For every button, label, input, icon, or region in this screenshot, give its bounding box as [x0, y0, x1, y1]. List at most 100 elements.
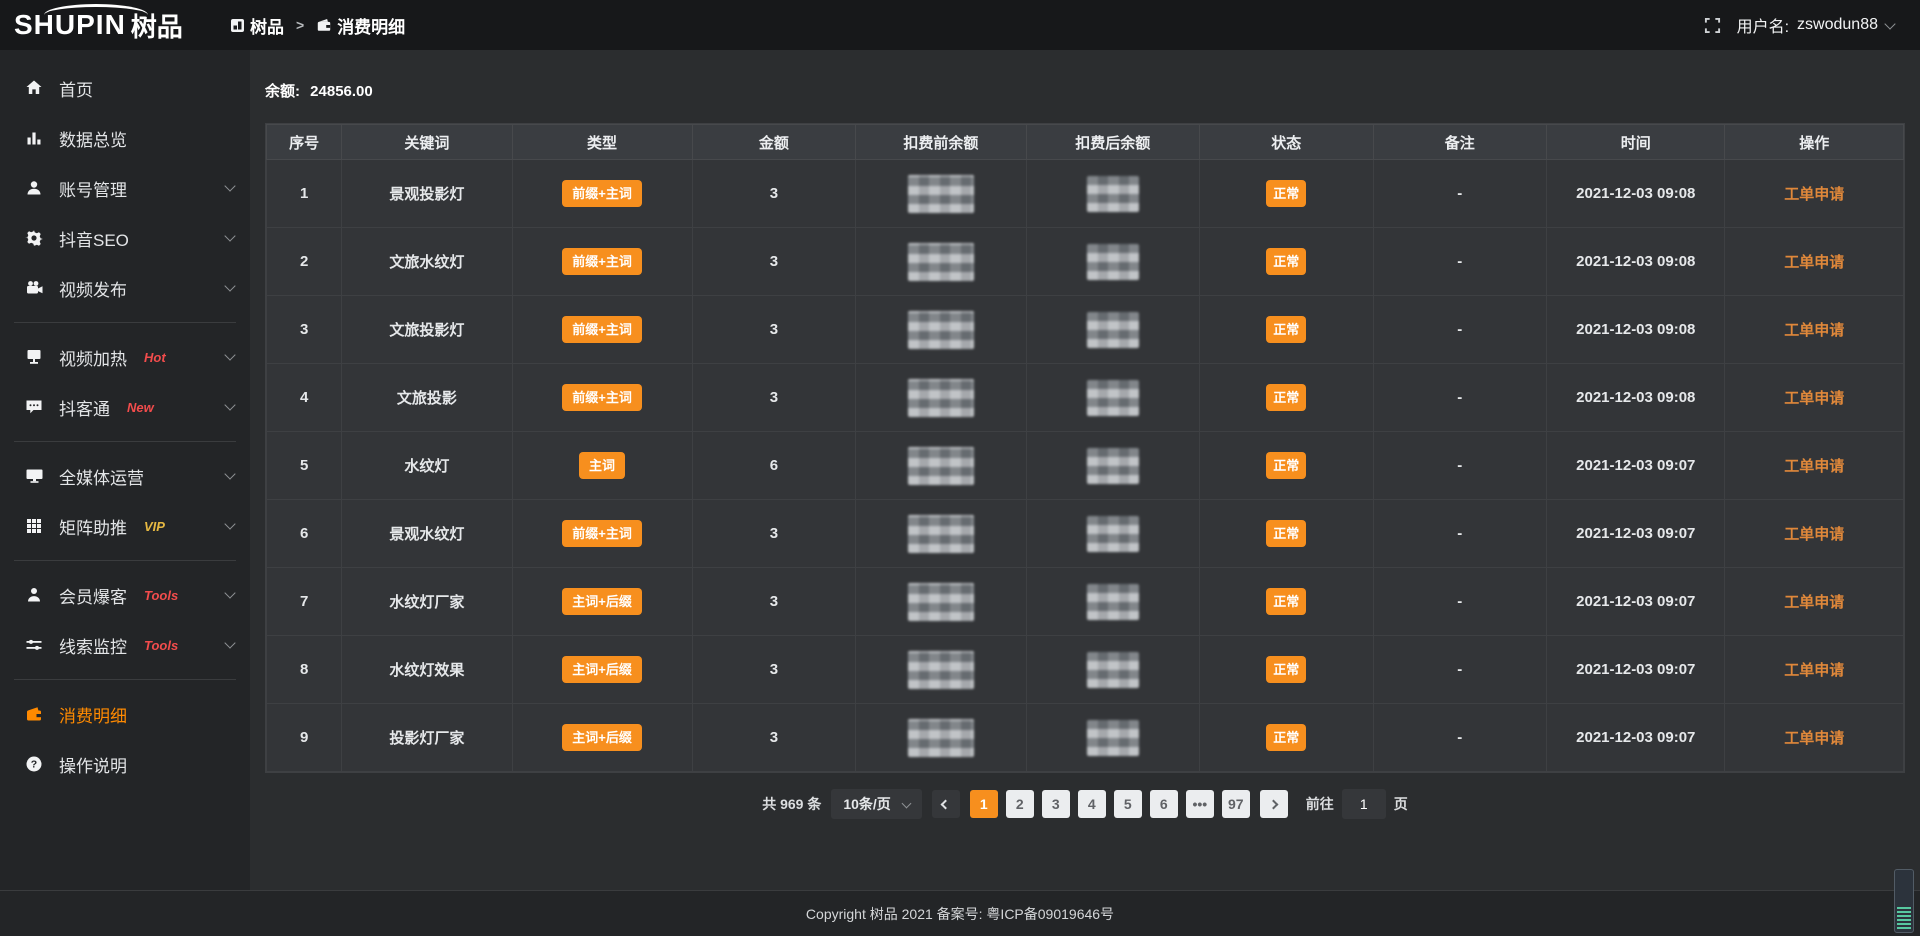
- user-menu[interactable]: 用户名: zswodun88: [1737, 13, 1894, 37]
- sidebar-item-video-publish[interactable]: 视频发布: [0, 264, 250, 312]
- cell-amount: 3: [692, 160, 856, 228]
- sidebar-item-label: 首页: [59, 76, 93, 101]
- page-buttons: 123456 ••• 97: [970, 790, 1250, 818]
- work-order-link[interactable]: 工单申请: [1784, 186, 1844, 203]
- consumption-table-body: 1 景观投影灯 前缀+主词 3 正常 - 2021-12-03 09:08 工单…: [267, 160, 1904, 772]
- menu-divider: [14, 560, 236, 561]
- column-header: 关键词: [342, 125, 512, 160]
- cell-status: 正常: [1200, 160, 1374, 228]
- blurred-balance-after: [1087, 176, 1139, 212]
- page-button-3[interactable]: 3: [1042, 790, 1070, 818]
- cell-amount: 3: [692, 296, 856, 364]
- app-logo[interactable]: SHUPIN 树品: [0, 0, 230, 50]
- sidebar-item-label: 全媒体运营: [59, 464, 144, 489]
- chevron-down-icon: [224, 587, 235, 598]
- breadcrumb-item-home[interactable]: 树品: [230, 13, 284, 38]
- page-button-2[interactable]: 2: [1006, 790, 1034, 818]
- chat-widget[interactable]: [1894, 869, 1914, 933]
- page-button-1[interactable]: 1: [970, 790, 998, 818]
- page-button-6[interactable]: 6: [1150, 790, 1178, 818]
- sidebar-item-video-heat[interactable]: 视频加热 Hot: [0, 333, 250, 381]
- home-icon: [24, 79, 44, 97]
- cell-remark: -: [1373, 364, 1547, 432]
- sidebar-item-home[interactable]: 首页: [0, 64, 250, 112]
- chevron-down-icon: [224, 399, 235, 410]
- cell-action: 工单申请: [1725, 568, 1904, 636]
- work-order-link[interactable]: 工单申请: [1784, 458, 1844, 475]
- person-icon: [24, 586, 44, 604]
- cell-amount: 3: [692, 704, 856, 772]
- cell-remark: -: [1373, 500, 1547, 568]
- chevron-down-icon: [224, 280, 235, 291]
- next-page-button[interactable]: [1260, 790, 1288, 818]
- blurred-balance-after: [1087, 380, 1139, 416]
- prev-page-button[interactable]: [932, 790, 960, 818]
- cell-balance-before: [856, 296, 1026, 364]
- gear-icon: [24, 229, 44, 247]
- cell-balance-after: [1026, 228, 1200, 296]
- work-order-link[interactable]: 工单申请: [1784, 526, 1844, 543]
- type-badge: 前缀+主词: [562, 384, 642, 412]
- consumption-table: 序号 关键词 类型 金额 扣费前余额 扣费后余额 状态 备注 时间 操作 1 景…: [265, 123, 1905, 773]
- hot-tag: Hot: [144, 350, 166, 365]
- blurred-balance-before: [908, 311, 974, 349]
- sidebar-item-douyin-seo[interactable]: 抖音SEO: [0, 214, 250, 262]
- column-header: 扣费前余额: [856, 125, 1026, 160]
- work-order-link[interactable]: 工单申请: [1784, 662, 1844, 679]
- chevron-down-icon: [224, 230, 235, 241]
- cell-action: 工单申请: [1725, 636, 1904, 704]
- sidebar-item-operation-guide[interactable]: ? 操作说明: [0, 740, 250, 788]
- sidebar: 首页 数据总览 账号管理 抖音SEO 视频发布 视频加热 Hot 抖客通 New…: [0, 50, 250, 936]
- blurred-balance-before: [908, 379, 974, 417]
- chat-bubble-icon: [24, 398, 44, 416]
- page-button-97[interactable]: 97: [1222, 790, 1250, 818]
- total-count: 共 969 条: [762, 794, 821, 814]
- sidebar-item-clue-monitor[interactable]: 线索监控 Tools: [0, 621, 250, 669]
- cell-balance-before: [856, 568, 1026, 636]
- status-badge: 正常: [1266, 248, 1306, 276]
- sidebar-item-member-burst[interactable]: 会员爆客 Tools: [0, 571, 250, 619]
- page-size-select[interactable]: 10条/页: [831, 789, 921, 819]
- table-row: 9 投影灯厂家 主词+后缀 3 正常 - 2021-12-03 09:07 工单…: [267, 704, 1904, 772]
- footer: Copyright 树品 2021 备案号: 粤ICP备09019646号: [0, 890, 1920, 936]
- page-button-5[interactable]: 5: [1114, 790, 1142, 818]
- sidebar-item-data-overview[interactable]: 数据总览: [0, 114, 250, 162]
- work-order-link[interactable]: 工单申请: [1784, 254, 1844, 271]
- cell-balance-after: [1026, 636, 1200, 704]
- work-order-link[interactable]: 工单申请: [1784, 390, 1844, 407]
- page-button-4[interactable]: 4: [1078, 790, 1106, 818]
- sidebar-item-consumption-detail[interactable]: 消费明细: [0, 690, 250, 738]
- cell-balance-after: [1026, 432, 1200, 500]
- work-order-link[interactable]: 工单申请: [1784, 594, 1844, 611]
- type-badge: 前缀+主词: [562, 316, 642, 344]
- cell-time: 2021-12-03 09:08: [1547, 364, 1725, 432]
- fullscreen-icon[interactable]: [1704, 17, 1721, 34]
- cell-balance-after: [1026, 704, 1200, 772]
- goto-page-input[interactable]: [1342, 789, 1386, 819]
- work-order-link[interactable]: 工单申请: [1784, 322, 1844, 339]
- blurred-balance-before: [908, 651, 974, 689]
- menu-divider: [14, 322, 236, 323]
- chevron-down-icon: [1884, 18, 1895, 29]
- sidebar-item-all-media[interactable]: 全媒体运营: [0, 452, 250, 500]
- cell-type: 前缀+主词: [512, 500, 692, 568]
- sidebar-item-matrix-boost[interactable]: 矩阵助推 VIP: [0, 502, 250, 550]
- type-badge: 前缀+主词: [562, 248, 642, 276]
- cell-type: 主词+后缀: [512, 636, 692, 704]
- cell-index: 3: [267, 296, 342, 364]
- cell-time: 2021-12-03 09:07: [1547, 568, 1725, 636]
- cell-amount: 3: [692, 500, 856, 568]
- cell-keyword: 水纹灯效果: [342, 636, 512, 704]
- sidebar-item-doueketong[interactable]: 抖客通 New: [0, 383, 250, 431]
- cell-balance-before: [856, 228, 1026, 296]
- sidebar-item-account-management[interactable]: 账号管理: [0, 164, 250, 212]
- work-order-link[interactable]: 工单申请: [1784, 730, 1844, 747]
- status-badge: 正常: [1266, 180, 1306, 208]
- cell-balance-after: [1026, 160, 1200, 228]
- sidebar-item-label: 账号管理: [59, 176, 127, 201]
- vip-tag: VIP: [144, 519, 165, 534]
- cell-amount: 6: [692, 432, 856, 500]
- sidebar-item-label: 矩阵助推: [59, 514, 127, 539]
- page-ellipsis[interactable]: •••: [1186, 790, 1214, 818]
- breadcrumb-item-current[interactable]: 消费明细: [316, 13, 405, 38]
